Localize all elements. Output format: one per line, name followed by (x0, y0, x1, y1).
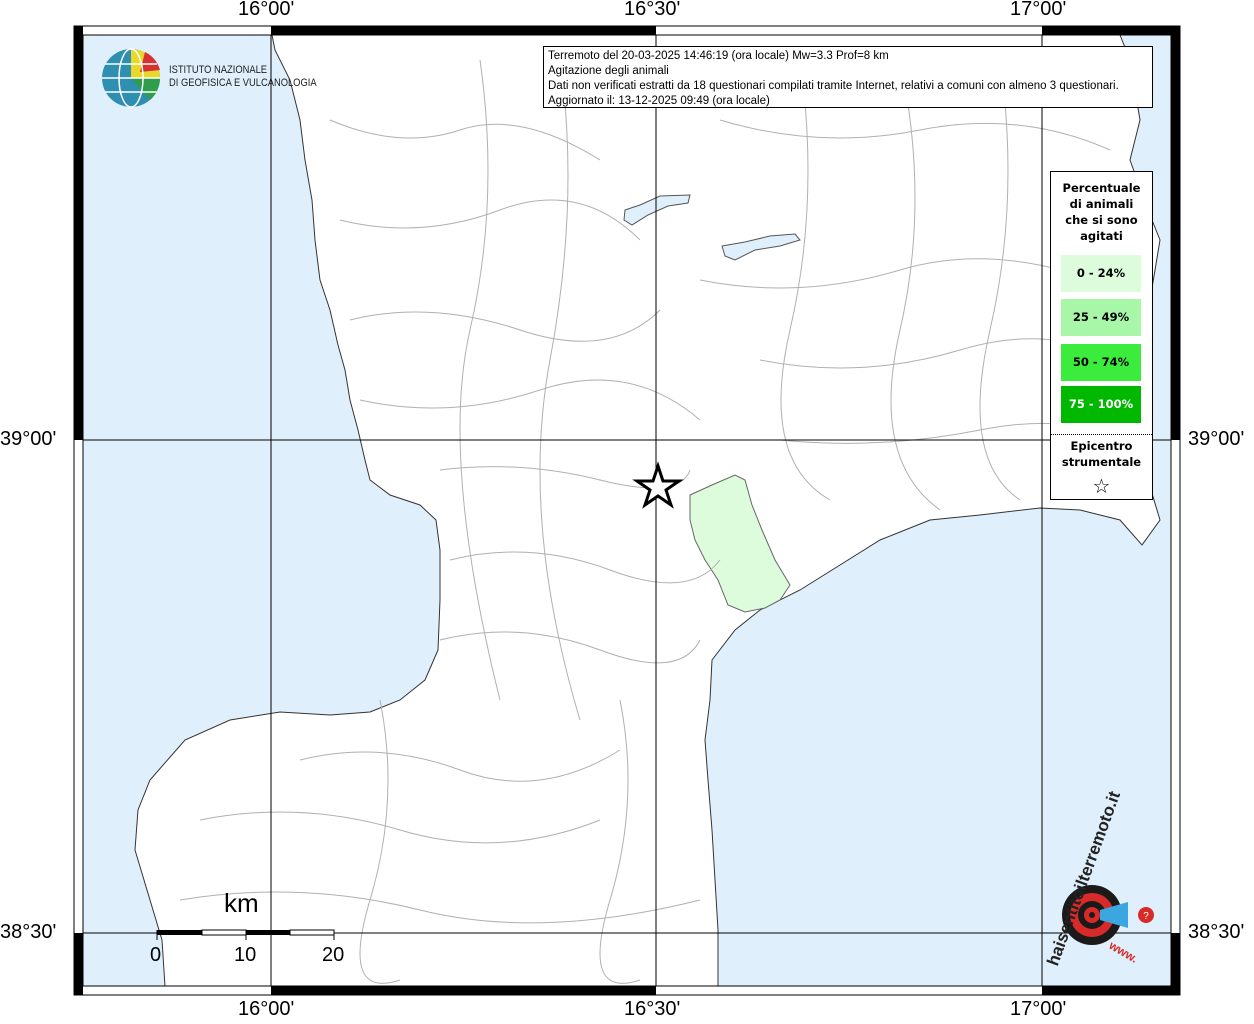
right-axis-label-2: 38°30' (1188, 921, 1245, 943)
legend-title: Percentuale di animali che si sono agita… (1051, 180, 1152, 244)
top-axis-label-2: 16°30' (624, 0, 681, 20)
legend: Percentuale di animali che si sono agita… (1050, 171, 1153, 500)
scale-label-0: 0 (150, 944, 162, 966)
legend-item-75-100: 75 - 100% (1061, 386, 1141, 423)
top-axis-label-1: 16°00' (238, 0, 295, 20)
svg-text:?: ? (1143, 911, 1149, 922)
left-axis-label-2: 38°30' (0, 921, 57, 943)
legend-title-line-4: agitati (1080, 229, 1123, 243)
legend-epicenter-label: Epicentro strumentale (1051, 438, 1152, 470)
legend-item-25-49: 25 - 49% (1061, 299, 1141, 336)
legend-item-50-74: 50 - 74% (1061, 344, 1141, 381)
bottom-axis-label-1: 16°00' (238, 998, 295, 1020)
logo-line-2: DI GEOFISICA E VULCANOLOGIA (169, 77, 317, 89)
legend-title-line-1: Percentuale (1062, 181, 1141, 195)
legend-star-icon: ☆ (1092, 474, 1111, 498)
legend-item-0-24: 0 - 24% (1061, 255, 1141, 292)
event-updated: Aggiornato il: 13-12-2025 09:49 (ora loc… (548, 95, 770, 107)
bottom-axis-label-2: 16°30' (624, 998, 681, 1020)
ingv-logo-text: ISTITUTO NAZIONALE DI GEOFISICA E VULCAN… (169, 64, 317, 90)
scale-label-10: 10 (234, 944, 257, 966)
left-axis-label-1: 39°00' (0, 428, 57, 450)
legend-separator (1051, 434, 1152, 435)
legend-title-line-2: di animali (1069, 197, 1134, 211)
event-title: Terremoto del 20-03-2025 14:46:19 (ora l… (548, 50, 889, 62)
event-data-note: Dati non verificati estratti da 18 quest… (548, 80, 1119, 92)
map-canvas: ? (73, 25, 1181, 996)
top-axis-label-3: 17°00' (1010, 0, 1067, 20)
event-info-box: Terremoto del 20-03-2025 14:46:19 (ora l… (543, 46, 1153, 108)
bottom-axis-label-3: 17°00' (1010, 998, 1067, 1020)
ingv-logo-icon (102, 48, 161, 108)
legend-title-line-3: che si sono (1065, 213, 1138, 227)
legend-epicenter-line-1: Epicentro (1070, 439, 1133, 453)
event-subtitle: Agitazione degli animali (548, 65, 669, 77)
scale-unit: km (224, 888, 259, 918)
scale-label-20: 20 (322, 944, 345, 966)
logo-line-1: ISTITUTO NAZIONALE (169, 64, 268, 76)
legend-epicenter-line-2: strumentale (1061, 455, 1142, 469)
right-axis-label-1: 39°00' (1188, 428, 1245, 450)
